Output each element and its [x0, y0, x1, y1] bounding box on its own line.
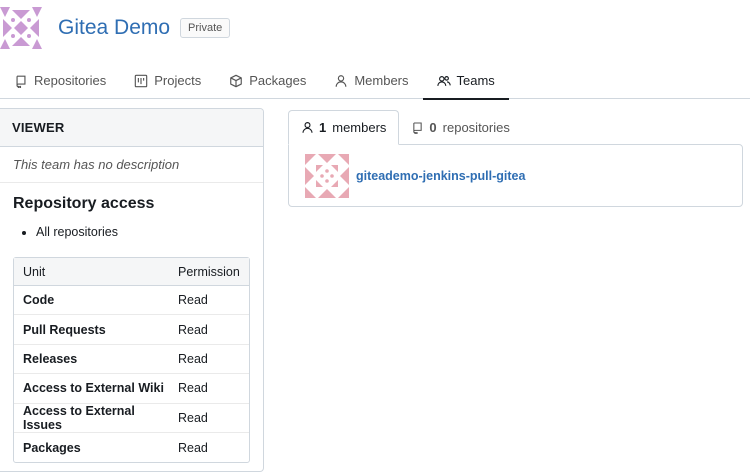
unit-cell: Access to External Wiki: [14, 374, 169, 404]
permission-cell: Read: [169, 315, 249, 345]
repo-icon: [413, 122, 423, 134]
tab-packages[interactable]: Packages: [215, 62, 320, 99]
permission-cell: Read: [169, 374, 249, 404]
tab-label: Packages: [249, 73, 307, 88]
unit-cell: Packages: [23, 440, 81, 455]
permission-cell: Read: [169, 345, 249, 375]
repo-access-list: All repositories: [0, 213, 263, 239]
team-name: VIEWER: [0, 109, 263, 147]
tab-label: Members: [354, 73, 409, 88]
permission-cell: Read: [169, 404, 249, 433]
tab-team-members[interactable]: 1 members: [288, 110, 400, 145]
tab-projects[interactable]: Projects: [120, 62, 215, 99]
permission-header: Permission: [169, 258, 249, 286]
table-row: Releases Read: [14, 345, 249, 375]
repositories-tab-label: repositories: [442, 120, 510, 135]
permission-cell: Read: [178, 440, 208, 455]
table-row: Packages Read: [14, 433, 249, 462]
permission-cell: Read: [169, 286, 249, 316]
tab-repositories[interactable]: Repositories: [0, 62, 120, 99]
org-avatar[interactable]: [0, 7, 42, 49]
team-panel: VIEWER This team has no description Repo…: [0, 108, 264, 472]
repo-access-title: Repository access: [13, 195, 155, 212]
package-icon: [230, 74, 243, 87]
table-row: Access to External Wiki Read: [14, 374, 249, 404]
table-row: Access to External Issues Read: [14, 404, 249, 433]
unit-header: Unit: [14, 258, 169, 286]
unit-cell: Code: [14, 286, 169, 316]
org-tabs: Repositories Projects Packages Members T…: [0, 62, 750, 100]
members-tab-label: members: [332, 120, 387, 135]
tab-team-repositories[interactable]: 0 repositories: [399, 110, 521, 145]
person-icon: [302, 122, 313, 133]
person-icon: [335, 74, 347, 87]
table-row: Code Read: [14, 286, 249, 316]
tab-label: Teams: [456, 73, 495, 88]
members-count: 1: [319, 120, 327, 135]
tab-members[interactable]: Members: [320, 62, 422, 99]
members-list: giteademo-jenkins-pull-gitea: [288, 144, 743, 207]
tab-label: Projects: [154, 73, 202, 88]
people-icon: [436, 75, 451, 86]
project-icon: [135, 74, 148, 87]
unit-cell: Releases: [14, 345, 169, 375]
table-header-row: Unit Permission: [14, 258, 249, 286]
permission-table: Unit Permission Code Read Pull Requests …: [13, 257, 250, 464]
unit-cell: Access to External Issues: [14, 404, 169, 433]
member-avatar[interactable]: [305, 153, 349, 198]
repo-access-item: All repositories: [36, 225, 263, 239]
team-content-tabs: 1 members 0 repositories: [288, 110, 522, 145]
repo-icon: [16, 75, 26, 88]
tab-teams[interactable]: Teams: [422, 62, 510, 100]
repositories-count: 0: [429, 120, 437, 135]
member-username-link[interactable]: giteademo-jenkins-pull-gitea: [356, 169, 525, 183]
table-row: Pull Requests Read: [14, 315, 249, 345]
org-header: Gitea Demo Private: [0, 7, 231, 49]
private-badge: Private: [180, 18, 231, 38]
team-description: This team has no description: [0, 147, 263, 183]
tab-label: Repositories: [34, 73, 107, 88]
unit-cell: Pull Requests: [14, 315, 169, 345]
org-name[interactable]: Gitea Demo: [58, 16, 170, 40]
